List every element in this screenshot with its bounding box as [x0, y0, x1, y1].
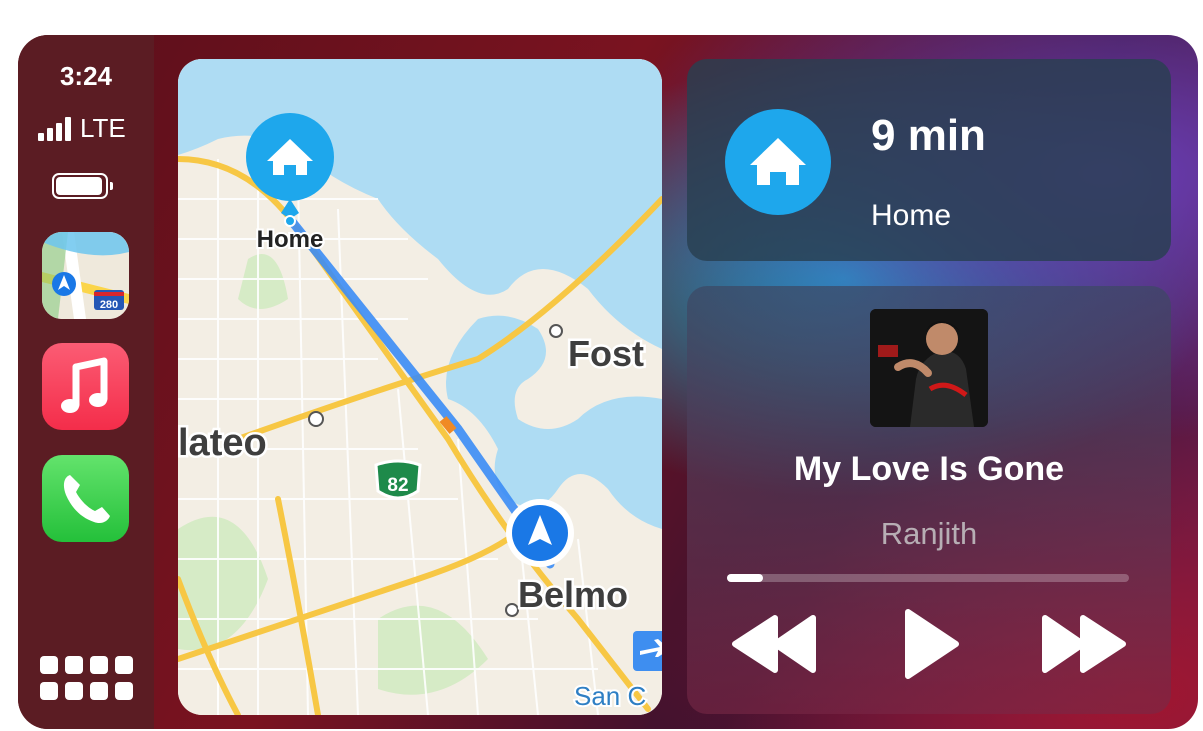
app-grid-icon[interactable] — [40, 656, 133, 702]
eta-text: 9 min — [871, 111, 986, 160]
song-title: My Love Is Gone — [793, 450, 1065, 488]
status-time: 3:24 — [59, 61, 113, 91]
destination-text: Home — [871, 199, 952, 232]
maps-280-shield-label: 280 — [100, 299, 118, 311]
navigation-card[interactable]: 9 min Home — [687, 59, 1171, 261]
fast-forward-icon — [1042, 615, 1126, 673]
carplay-screen: 3:24 LTE 280 Home Fost lateo Belmo San C… — [18, 35, 1198, 729]
now-playing-card[interactable]: My Love Is Gone Ranjith — [687, 286, 1171, 714]
sidebar: 3:24 LTE 280 — [18, 35, 154, 729]
music-app-icon[interactable] — [42, 343, 129, 430]
play-button[interactable] — [880, 604, 980, 684]
airport-icon — [633, 631, 662, 671]
play-icon — [905, 609, 959, 679]
map-label-foster: Fost — [568, 333, 644, 374]
battery-icon — [52, 173, 114, 199]
map-label-san-carlos: San C — [574, 681, 646, 711]
current-location-icon — [506, 499, 574, 567]
next-track-button[interactable] — [1031, 604, 1131, 684]
phone-app-icon[interactable] — [42, 455, 129, 542]
maps-app-icon[interactable]: 280 — [42, 232, 129, 319]
network-type: LTE — [80, 113, 126, 143]
rewind-icon — [732, 615, 816, 673]
map-label-home: Home — [257, 226, 324, 253]
playback-progress-bar[interactable] — [727, 574, 1129, 582]
playback-progress-fill — [727, 574, 764, 582]
map-view[interactable]: Home Fost lateo Belmo San C 82 — [178, 59, 662, 715]
album-art — [870, 309, 988, 427]
route-82-label: 82 — [387, 475, 408, 496]
song-artist: Ranjith — [880, 516, 978, 551]
signal-strength-icon — [38, 117, 71, 141]
route-82-shield-icon: 82 — [374, 459, 422, 500]
home-icon — [725, 109, 831, 215]
map-label-belmont: Belmo — [518, 574, 628, 615]
map-label-mateo: lateo — [178, 422, 267, 464]
previous-track-button[interactable] — [727, 604, 827, 684]
